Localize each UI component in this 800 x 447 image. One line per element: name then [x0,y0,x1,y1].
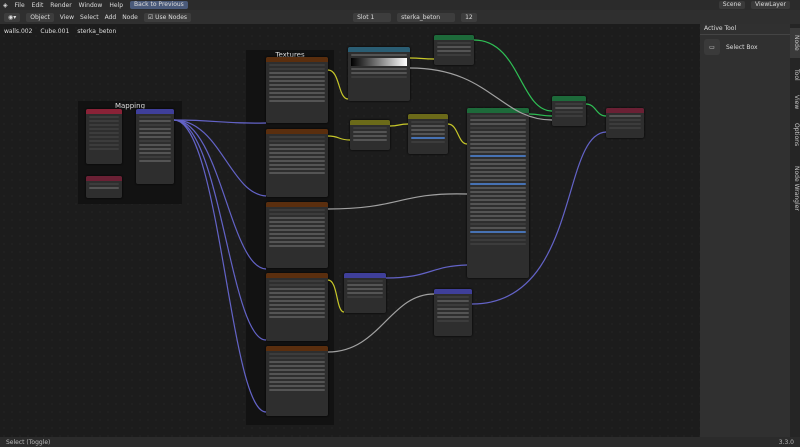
status-hint: Select (Toggle) [6,438,51,446]
blender-logo-icon[interactable]: ◈ [3,2,8,9]
tab-tool[interactable]: Tool [790,64,800,86]
editor-type-button[interactable]: ◉▾ [4,12,21,22]
view-layer-field[interactable]: ViewLayer [751,1,790,9]
tab-options[interactable]: Options [790,118,800,152]
material-users-count[interactable]: 12 [461,12,477,22]
select-box-tool[interactable]: ▭ Select Box [700,35,790,59]
use-nodes-label: Use Nodes [155,13,188,21]
active-tool-header[interactable]: Active Tool [700,24,790,35]
menu-edit[interactable]: Edit [32,2,44,9]
tab-view[interactable]: View [790,90,800,114]
scene-field[interactable]: Scene [718,1,746,9]
scene-selectors: Scene ViewLayer [718,1,790,9]
version-label: 3.3.0 [778,438,794,446]
object-mode-dropdown[interactable]: Object [26,12,54,22]
node-links [173,39,607,413]
node-canvas[interactable]: walls.002 Cube.001 sterka_beton Mapping … [0,24,700,437]
menu-add[interactable]: Add [105,14,117,21]
menu-render[interactable]: Render [50,2,71,9]
menu-node[interactable]: Node [122,14,138,21]
tab-node-wrangler[interactable]: Node Wrangler [790,158,800,218]
material-field[interactable]: sterka_beton [397,12,456,22]
slot-dropdown[interactable]: Slot 1 [353,12,392,22]
back-to-previous-button[interactable]: Back to Previous [130,1,188,9]
menu-view[interactable]: View [60,14,74,21]
tool-sidebar: Active Tool ▭ Select Box [700,24,790,437]
tab-node[interactable]: Node [790,28,800,58]
select-box-label: Select Box [726,43,758,51]
menu-help[interactable]: Help [109,2,123,9]
menu-window[interactable]: Window [79,2,103,9]
sidebar-tabs: Node Tool View Options Node Wrangler [790,24,800,437]
node-editor-header: ◉▾ Object View Select Add Node ☑ Use Nod… [0,10,800,24]
top-menu-bar: ◈ File Edit Render Window Help Back to P… [0,0,800,10]
status-bar: Select (Toggle) 3.3.0 [0,437,800,447]
menu-select[interactable]: Select [80,14,99,21]
menu-file[interactable]: File [15,2,25,9]
use-nodes-checkbox[interactable]: ☑ Use Nodes [143,12,192,22]
select-box-icon: ▭ [704,39,720,55]
